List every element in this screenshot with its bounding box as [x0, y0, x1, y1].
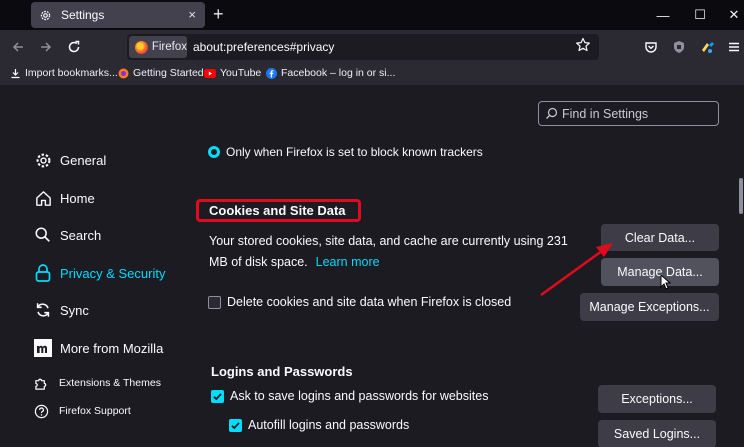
learn-more-link[interactable]: Learn more — [316, 255, 380, 269]
ask-to-save-checkbox[interactable]: Ask to save logins and passwords for web… — [211, 389, 488, 403]
checkbox-checked-icon — [211, 389, 224, 403]
url-bar[interactable]: Firefox about:preferences#privacy — [127, 34, 599, 60]
search-icon — [33, 225, 53, 245]
sidebar-item-label: Sync — [60, 302, 89, 318]
find-in-settings[interactable] — [538, 101, 719, 126]
mouse-cursor-icon — [660, 273, 672, 295]
puzzle-icon — [33, 375, 49, 391]
pocket-icon[interactable] — [642, 38, 660, 56]
bookmark-facebook[interactable]: Facebook – log in or si... — [265, 67, 395, 79]
gear-icon — [38, 8, 52, 22]
login-exceptions-button[interactable]: Exceptions... — [598, 385, 716, 413]
bookmark-import[interactable]: Import bookmarks... — [9, 67, 118, 79]
search-input[interactable] — [562, 106, 712, 121]
manage-exceptions-button[interactable]: Manage Exceptions... — [580, 293, 719, 321]
checkbox-checked-icon — [229, 418, 242, 432]
tab-bar: Settings × + — ☐ ✕ — [0, 0, 744, 30]
tracker-option-radio[interactable]: Only when Firefox is set to block known … — [208, 145, 483, 159]
scrollbar-thumb[interactable] — [739, 178, 743, 214]
bookmark-label: YouTube — [220, 67, 262, 79]
sidebar-item-general[interactable]: General — [33, 150, 106, 170]
identity-label: Firefox — [151, 41, 187, 53]
lock-icon — [33, 263, 53, 283]
sidebar-item-label: General — [60, 152, 107, 168]
tab-title: Settings — [61, 8, 105, 22]
sidebar-item-home[interactable]: Home — [33, 188, 95, 208]
mozilla-icon — [33, 338, 53, 358]
sidebar-item-search[interactable]: Search — [33, 225, 101, 245]
bookmark-getting-started[interactable]: Getting Started — [117, 67, 204, 79]
checkbox-label: Delete cookies and site data when Firefo… — [227, 295, 512, 309]
shield-icon[interactable] — [670, 38, 688, 56]
new-tab-button[interactable]: + — [213, 5, 224, 23]
bookmark-star-icon[interactable] — [575, 37, 593, 55]
maximize-button[interactable]: ☐ — [683, 0, 717, 30]
back-arrow-icon[interactable] — [9, 38, 27, 56]
settings-page: General Home Search Privacy & Security S… — [0, 85, 744, 447]
gear-icon — [33, 150, 53, 170]
help-icon — [33, 403, 49, 419]
navigation-toolbar: Firefox about:preferences#privacy — [0, 30, 744, 64]
checkbox-label: Ask to save logins and passwords for web… — [230, 389, 489, 403]
import-icon — [9, 67, 21, 79]
close-window-button[interactable]: ✕ — [717, 0, 744, 30]
firefox-icon — [117, 67, 129, 79]
firefox-icon — [135, 40, 148, 54]
radio-selected-icon — [208, 146, 220, 158]
bookmark-label: Import bookmarks... — [25, 67, 118, 79]
sidebar-item-sync[interactable]: Sync — [33, 300, 89, 320]
radio-label: Only when Firefox is set to block known … — [226, 145, 483, 159]
menu-icon[interactable] — [725, 38, 743, 56]
bookmarks-toolbar: Import bookmarks... Getting Started YouT… — [0, 64, 744, 85]
sidebar-item-label: Privacy & Security — [60, 265, 166, 281]
facebook-icon — [265, 67, 277, 79]
home-icon — [33, 188, 53, 208]
sidebar-item-firefox-support[interactable]: Firefox Support — [33, 403, 131, 419]
sidebar-item-extensions-themes[interactable]: Extensions & Themes — [33, 375, 161, 391]
sidebar-item-label: Firefox Support — [59, 405, 131, 417]
checkbox-label: Autofill logins and passwords — [248, 418, 410, 432]
extension-icon[interactable] — [698, 38, 716, 56]
saved-logins-button[interactable]: Saved Logins... — [598, 420, 716, 447]
url-text[interactable]: about:preferences#privacy — [193, 40, 334, 54]
bookmark-label: Getting Started — [133, 67, 204, 79]
identity-box[interactable]: Firefox — [129, 36, 187, 58]
cookies-section-title: Cookies and Site Data — [209, 203, 346, 218]
tab-close-icon[interactable]: × — [188, 7, 196, 23]
sidebar-item-label: Search — [60, 227, 102, 243]
delete-on-close-checkbox[interactable]: Delete cookies and site data when Firefo… — [208, 295, 511, 309]
youtube-icon — [204, 67, 216, 79]
cookies-description: Your stored cookies, site data, and cach… — [209, 231, 589, 273]
bookmark-label: Facebook – log in or si... — [281, 67, 396, 79]
tab-settings[interactable]: Settings × — [31, 2, 205, 28]
cookies-usage-text: Your stored cookies, site data, and cach… — [209, 234, 568, 269]
sidebar-item-label: More from Mozilla — [60, 340, 164, 356]
reload-icon[interactable] — [65, 38, 83, 56]
sidebar-item-privacy[interactable]: Privacy & Security — [33, 263, 165, 283]
bookmark-youtube[interactable]: YouTube — [204, 67, 261, 79]
sync-icon — [33, 300, 53, 320]
search-icon — [545, 107, 559, 121]
logins-section-title: Logins and Passwords — [211, 364, 353, 379]
sidebar-item-label: Home — [60, 190, 95, 206]
minimize-button[interactable]: — — [646, 0, 680, 30]
checkbox-unchecked-icon — [208, 295, 221, 309]
clear-data-button[interactable]: Clear Data... — [601, 224, 719, 251]
forward-arrow-icon[interactable] — [37, 38, 55, 56]
autofill-checkbox[interactable]: Autofill logins and passwords — [229, 418, 409, 432]
sidebar-item-label: Extensions & Themes — [59, 377, 161, 389]
sidebar-item-more-from-mozilla[interactable]: More from Mozilla — [33, 338, 163, 358]
